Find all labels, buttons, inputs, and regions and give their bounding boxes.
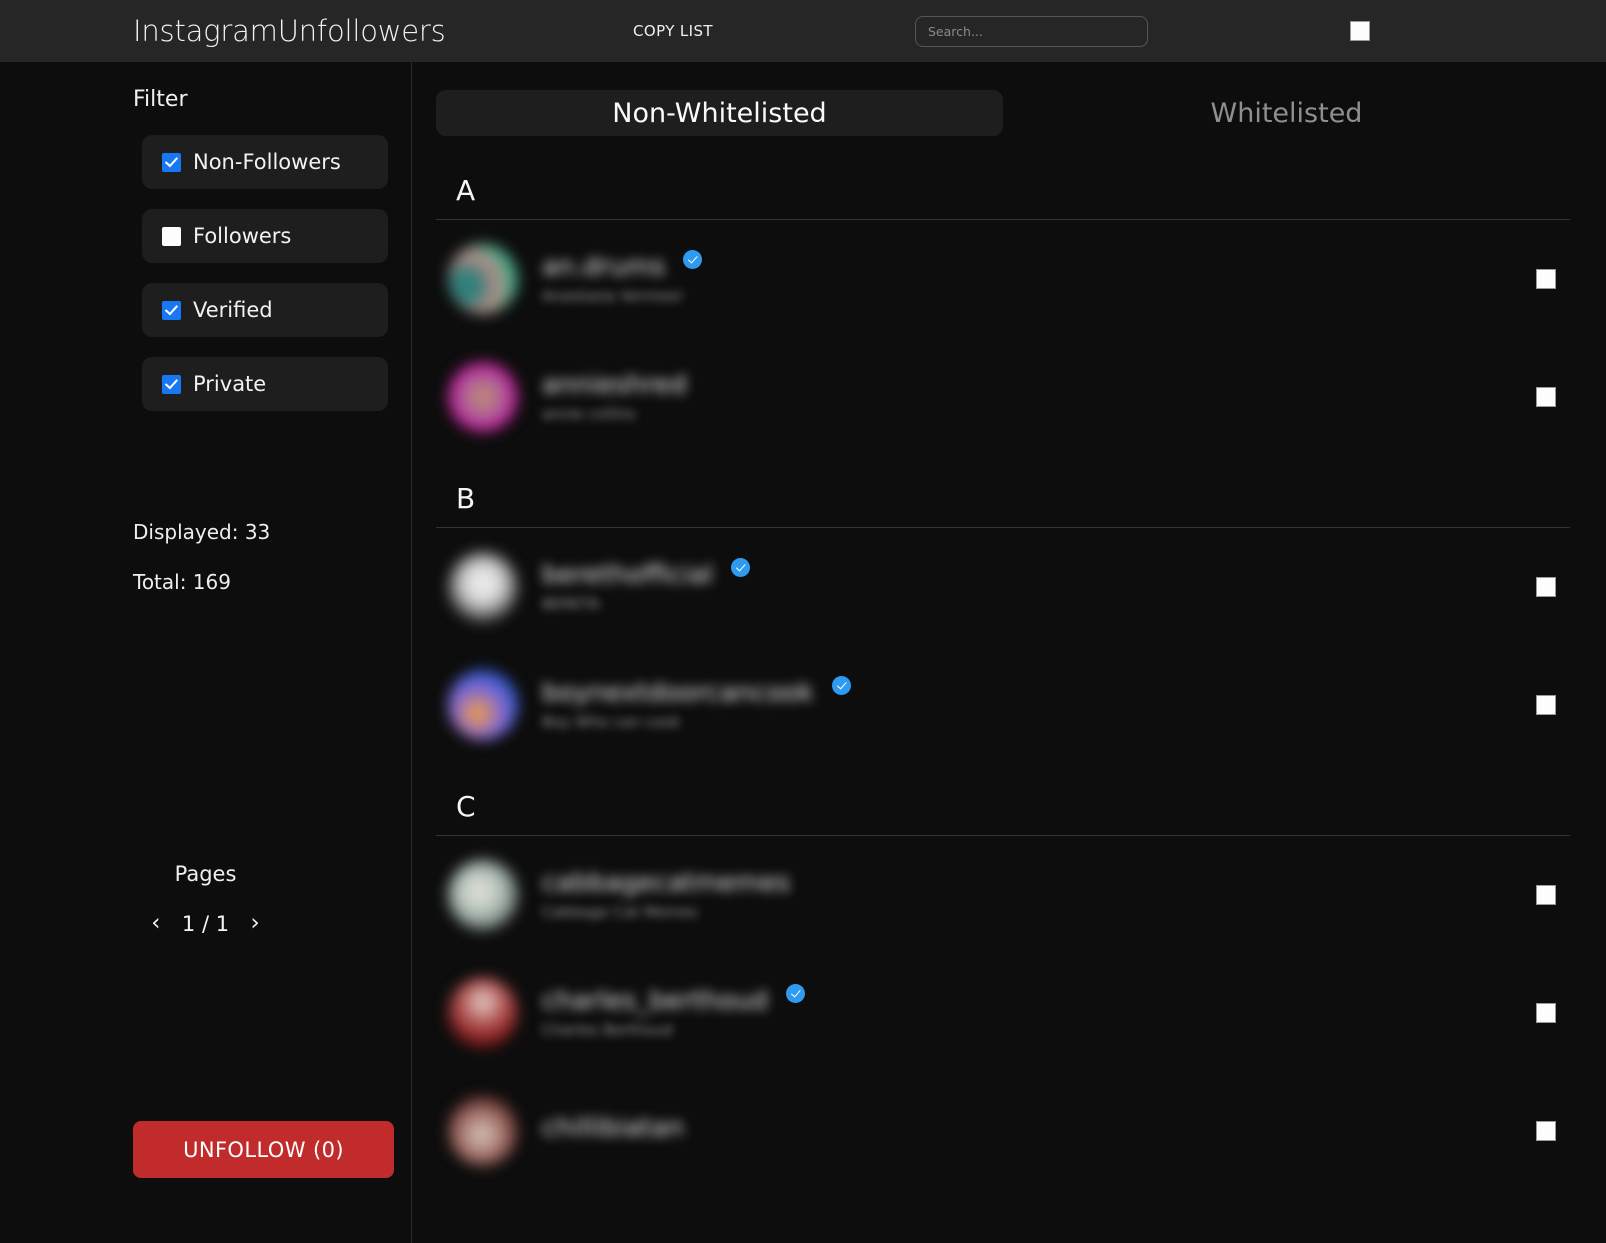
fullname: Anastasia Vermeer [542, 286, 684, 305]
list-item[interactable]: an.drums Anastasia Vermeer [436, 220, 1570, 338]
unfollow-button[interactable]: UNFOLLOW (0) [133, 1121, 394, 1178]
tab-whitelisted[interactable]: Whitelisted [1003, 90, 1570, 136]
tab-non-whitelisted[interactable]: Non-Whitelisted [436, 90, 1003, 136]
filter-item-followers[interactable]: Followers [142, 209, 388, 263]
list-item[interactable]: annieshred annie collins [436, 338, 1570, 456]
copy-list-button[interactable]: COPY LIST [633, 22, 713, 40]
avatar [448, 552, 518, 622]
prev-page-icon[interactable]: ‹ [147, 910, 164, 937]
page-indicator: 1 / 1 [181, 911, 230, 936]
username: cabbagecatmemes [542, 868, 791, 899]
filter-item-non-followers[interactable]: Non-Followers [142, 135, 388, 189]
fullname: Charles Berthoud [542, 1020, 673, 1039]
fullname: annie collins [542, 404, 636, 423]
user-list: A an.drums Anastasia Vermeer annieshred … [412, 148, 1606, 1190]
row-checkbox[interactable] [1536, 577, 1556, 597]
username-line: charles_berthoud [542, 984, 805, 1017]
list-item[interactable]: boynextdoorcancook Boy Who can cook [436, 646, 1570, 764]
avatar [448, 362, 518, 432]
pages-heading: Pages [174, 862, 237, 886]
pagination: ‹ 1 / 1 › [0, 910, 411, 937]
username-line: boynextdoorcancook [542, 676, 851, 709]
main-panel: Non-Whitelisted Whitelisted A an.drums A… [412, 62, 1606, 1243]
username: charles_berthoud [542, 986, 768, 1017]
row-checkbox[interactable] [1536, 269, 1556, 289]
username-line: cabbagecatmemes [542, 868, 791, 899]
user-names: berethofficial BERETA [542, 558, 751, 613]
avatar [448, 1096, 518, 1166]
user-names: cabbagecatmemes Cabbage Cat Memes [542, 868, 791, 921]
next-page-icon[interactable]: › [247, 910, 264, 937]
avatar [448, 244, 518, 314]
filter-item-private[interactable]: Private [142, 357, 388, 411]
filter-label: Verified [193, 298, 273, 322]
row-checkbox[interactable] [1536, 387, 1556, 407]
checkbox-unchecked-icon[interactable] [162, 226, 181, 246]
section-header-c: C [436, 764, 1570, 836]
checkbox-checked-icon[interactable] [162, 300, 181, 320]
app-body: Filter Non-Followers Followers Verified … [0, 62, 1606, 1243]
user-names: charles_berthoud Charles Berthoud [542, 984, 805, 1039]
list-item[interactable]: chillibiatan [436, 1072, 1570, 1190]
username: berethofficial [542, 560, 714, 591]
list-item[interactable]: charles_berthoud Charles Berthoud [436, 954, 1570, 1072]
total-count: Total: 169 [133, 570, 231, 594]
fullname: Cabbage Cat Memes [542, 902, 698, 921]
username-line: annieshred [542, 370, 687, 401]
user-names: chillibiatan [542, 1113, 684, 1148]
row-checkbox[interactable] [1536, 695, 1556, 715]
select-all-checkbox[interactable] [1350, 21, 1370, 41]
fullname: Boy Who can cook [542, 712, 681, 731]
username: an.drums [542, 252, 666, 283]
app-root: InstagramUnfollowers COPY LIST Filter No… [0, 0, 1606, 1243]
username: boynextdoorcancook [542, 678, 814, 709]
verified-badge-icon [831, 676, 851, 696]
avatar [448, 860, 518, 930]
filter-item-verified[interactable]: Verified [142, 283, 388, 337]
list-item[interactable]: cabbagecatmemes Cabbage Cat Memes [436, 836, 1570, 954]
app-title: InstagramUnfollowers [133, 14, 446, 48]
displayed-count: Displayed: 33 [133, 520, 271, 544]
username-line: berethofficial [542, 558, 751, 591]
username-line: an.drums [542, 250, 703, 283]
verified-badge-icon [785, 984, 805, 1004]
search-container [915, 16, 1148, 47]
row-checkbox[interactable] [1536, 885, 1556, 905]
row-checkbox[interactable] [1536, 1121, 1556, 1141]
user-names: boynextdoorcancook Boy Who can cook [542, 676, 851, 731]
filter-list: Non-Followers Followers Verified Private [142, 135, 388, 431]
filter-label: Non-Followers [193, 150, 341, 174]
fullname: BERETA [542, 594, 600, 613]
user-names: an.drums Anastasia Vermeer [542, 250, 703, 305]
row-checkbox[interactable] [1536, 1003, 1556, 1023]
list-item[interactable]: berethofficial BERETA [436, 528, 1570, 646]
username: annieshred [542, 370, 687, 401]
checkbox-checked-icon[interactable] [162, 374, 181, 394]
sidebar: Filter Non-Followers Followers Verified … [0, 62, 412, 1243]
username-line: chillibiatan [542, 1113, 684, 1144]
search-input[interactable] [915, 16, 1148, 47]
username: chillibiatan [542, 1113, 684, 1144]
app-header: InstagramUnfollowers COPY LIST [0, 0, 1606, 62]
verified-badge-icon [731, 558, 751, 578]
filter-heading: Filter [133, 87, 188, 112]
section-header-b: B [436, 456, 1570, 528]
avatar [448, 978, 518, 1048]
avatar [448, 670, 518, 740]
tab-bar: Non-Whitelisted Whitelisted [412, 62, 1606, 136]
filter-label: Followers [193, 224, 292, 248]
section-header-a: A [436, 148, 1570, 220]
verified-badge-icon [683, 250, 703, 270]
checkbox-checked-icon[interactable] [162, 152, 181, 172]
user-names: annieshred annie collins [542, 370, 687, 423]
filter-label: Private [193, 372, 267, 396]
